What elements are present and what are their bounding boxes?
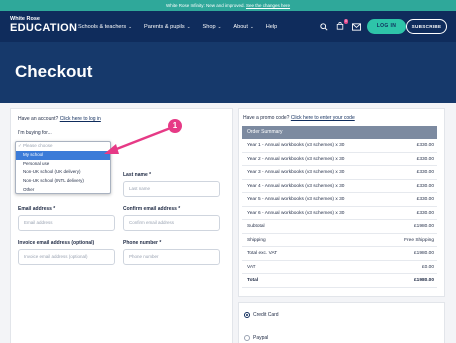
annotation-arrow — [104, 127, 170, 154]
callout-number: 1 — [168, 119, 182, 133]
